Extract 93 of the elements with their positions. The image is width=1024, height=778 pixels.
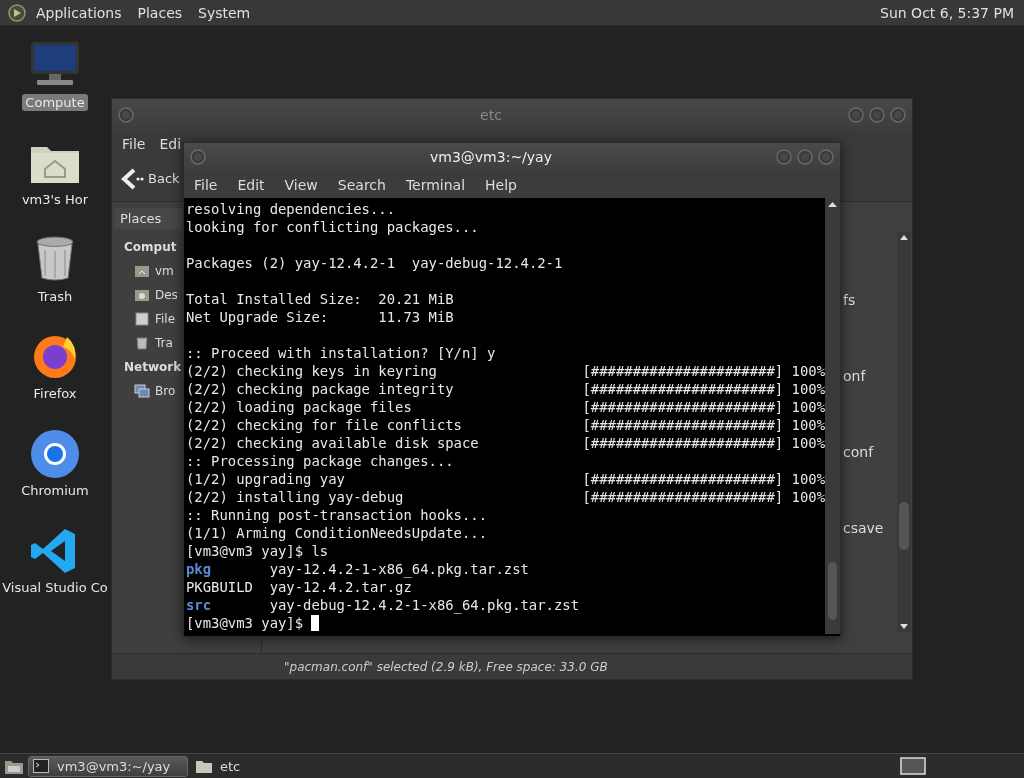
progress-bar-text: [######################]	[582, 362, 784, 380]
menu-item[interactable]: Edit	[237, 176, 265, 193]
menu-item[interactable]: Terminal	[405, 176, 466, 193]
terminal-line: Packages (2) yay-12.4.2-1 yay-debug-12.4.2-1	[186, 254, 563, 272]
menu-item[interactable]: Edi	[159, 135, 182, 152]
sidebar-heading: Network	[124, 359, 182, 374]
terminal-line: (2/2) checking available disk space	[186, 434, 480, 452]
close-button[interactable]	[890, 107, 906, 123]
icon-label[interactable]: Trash	[34, 288, 76, 305]
file-name: yay-12.4.2-1-x86_64.pkg.tar.zst	[269, 560, 529, 578]
progress-bar-text: [######################]	[582, 488, 784, 506]
terminal-line: (2/2) installing yay-debug	[186, 488, 405, 506]
window-menu-icon[interactable]	[190, 149, 206, 165]
panel-menu[interactable]: Applications	[30, 2, 128, 23]
terminal-line: (2/2) checking package integrity	[186, 380, 455, 398]
percent-text: 100%	[791, 362, 825, 380]
progress-bar-text: [######################]	[582, 380, 784, 398]
menu-item[interactable]: Help	[485, 176, 517, 193]
workspace-switcher-icon[interactable]	[900, 757, 926, 775]
back-arrow-icon[interactable]	[120, 167, 144, 190]
network-icon	[134, 382, 150, 399]
progress-bar-text: [######################]	[582, 416, 784, 434]
file-name[interactable]: fs	[843, 292, 884, 308]
taskbar-button[interactable]: etc	[192, 755, 352, 777]
icon-label[interactable]: Chromium	[18, 482, 92, 499]
file-name[interactable]: onf	[843, 368, 884, 384]
close-button[interactable]	[818, 149, 834, 165]
icon-label[interactable]: vm3's Hor	[18, 191, 92, 208]
percent-text: 100%	[791, 434, 825, 452]
percent-text: 100%	[791, 470, 825, 488]
terminal-line: (2/2) loading package files	[186, 398, 413, 416]
terminal-line: looking for conflicting packages...	[186, 218, 479, 236]
sidebar-item[interactable]: vm	[155, 263, 174, 278]
terminal-line: Total Installed Size: 20.21 MiB	[186, 290, 454, 308]
scrollbar-drawing[interactable]	[825, 198, 840, 634]
window-title: etc	[479, 107, 503, 123]
terminal-line: :: Proceed with installation? [Y/n] y	[186, 344, 496, 362]
back-button[interactable]: Back	[148, 171, 180, 186]
directory-name: pkg	[186, 560, 213, 578]
sidebar-item[interactable]: File	[155, 311, 176, 326]
sidebar-item[interactable]: Bro	[155, 383, 176, 398]
menu-item[interactable]: Search	[337, 176, 386, 193]
sidebar-heading: Comput	[124, 239, 177, 254]
file-name: yay-12.4.2.tar.gz	[269, 578, 412, 596]
file-name: yay-debug-12.4.2-1-x86_64.pkg.tar.zst	[269, 596, 580, 614]
percent-text: 100%	[791, 380, 825, 398]
logo-icon[interactable]	[8, 3, 26, 22]
terminal-line: resolving dependencies...	[186, 200, 396, 218]
terminal-line: Net Upgrade Size: 11.73 MiB	[186, 308, 454, 326]
percent-text: 100%	[791, 416, 825, 434]
cursor	[311, 615, 320, 631]
icon-label[interactable]: Firefox	[30, 385, 80, 402]
directory-name: PKGBUILD	[186, 578, 254, 596]
minimize-button[interactable]	[776, 149, 792, 165]
trash-icon	[134, 334, 150, 351]
menu-item[interactable]: File	[194, 176, 218, 193]
terminal-icon	[33, 759, 49, 773]
maximize-button[interactable]	[797, 149, 813, 165]
taskbar-button[interactable]: vm3@vm3:~/yay	[28, 755, 188, 777]
panel-menu[interactable]: Places	[131, 2, 189, 23]
window-menu-icon[interactable]	[118, 107, 134, 123]
percent-text: 100%	[791, 488, 825, 506]
terminal-line: [vm3@vm3 yay]$ ls	[186, 542, 329, 560]
menu-item[interactable]: File	[122, 135, 146, 152]
clock: Sun Oct 6, 5:37 PM	[879, 3, 1015, 23]
places-dropdown[interactable]: Places	[114, 208, 182, 229]
window-title: vm3@vm3:~/yay	[429, 149, 553, 165]
icon-label[interactable]: Compute	[22, 94, 88, 111]
terminal-line: :: Processing package changes...	[186, 452, 454, 470]
minimize-button[interactable]	[848, 107, 864, 123]
sidebar-item[interactable]: Des	[155, 287, 178, 302]
maximize-button[interactable]	[869, 107, 885, 123]
status-bar-text: "pacman.conf" selected (2.9 kB), Free space: 33.0 GB	[112, 653, 912, 679]
file-name[interactable]: conf	[843, 444, 884, 460]
drive-icon	[134, 310, 150, 327]
progress-bar-text: [######################]	[582, 434, 784, 452]
terminal-line: (1/2) upgrading yay	[186, 470, 346, 488]
file-name[interactable]: csave	[843, 520, 884, 536]
panel-menu[interactable]: System	[192, 2, 257, 23]
menu-item[interactable]: View	[284, 176, 318, 193]
directory-name: src	[186, 596, 213, 614]
sidebar-item[interactable]: Tra	[155, 335, 173, 350]
terminal-prompt: [vm3@vm3 yay]$	[186, 614, 304, 632]
scrollbar-drawing[interactable]	[897, 232, 911, 632]
terminal-line: (1/1) Arming ConditionNeedsUpdate...	[186, 524, 488, 542]
terminal-line: (2/2) checking for file conflicts	[186, 416, 463, 434]
icon-label[interactable]: Visual Studio Co	[0, 579, 111, 596]
percent-text: 100%	[791, 398, 825, 416]
folder-icon	[196, 759, 212, 773]
progress-bar-text: [######################]	[582, 398, 784, 416]
progress-bar-text: [######################]	[582, 470, 784, 488]
terminal-line: :: Running post-transaction hooks...	[186, 506, 488, 524]
terminal-line: (2/2) checking keys in keyring	[186, 362, 438, 380]
